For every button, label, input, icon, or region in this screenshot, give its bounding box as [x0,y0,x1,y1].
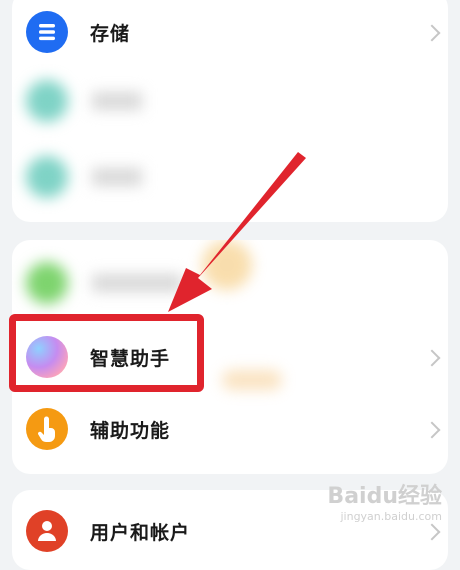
blurred-icon [26,156,68,198]
blurred-label [92,274,182,292]
watermark-brand: Baidu经验 [327,484,442,509]
highlight-box [9,314,204,392]
user-accounts-icon [26,510,68,552]
watermark-url: jingyan.baidu.com [340,510,442,523]
settings-item-label: 用户和帐户 [90,522,191,544]
blurred-label [92,92,142,110]
chevron-right-icon [423,421,441,439]
chevron-right-icon [423,349,441,367]
blurred-glow [202,240,252,290]
settings-item-storage[interactable]: 存储 [12,0,448,68]
chevron-right-icon [423,24,441,42]
blurred-icon [26,262,68,304]
settings-item-label: 存储 [90,23,131,45]
watermark-logo: Baidu经验 jingyan.baidu.com [327,478,442,523]
chevron-right-icon [423,523,441,541]
settings-item-accessibility[interactable]: 辅助功能 [12,393,448,465]
settings-card-storage: 存储 [12,0,448,222]
storage-icon [26,11,68,53]
accessibility-hand-icon [26,408,68,450]
settings-item-label: 辅助功能 [90,420,171,442]
blurred-icon [26,80,68,122]
blurred-label [92,168,142,186]
